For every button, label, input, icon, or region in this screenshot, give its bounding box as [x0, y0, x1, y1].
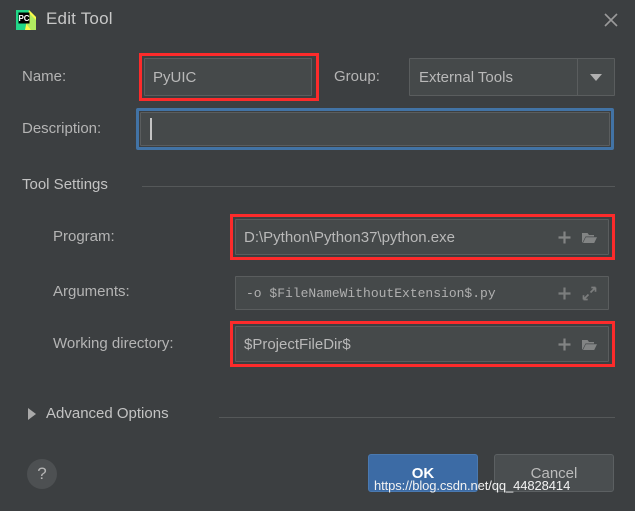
name-input-value: PyUIC [153, 68, 197, 86]
arguments-label: Arguments: [53, 283, 130, 300]
working-directory-label: Working directory: [53, 335, 174, 352]
help-button[interactable]: ? [27, 459, 57, 489]
watermark-url: https://blog.csdn.net/qq_44828414 [374, 478, 571, 493]
description-text-caret [150, 118, 152, 140]
tool-settings-separator [142, 186, 615, 187]
name-input[interactable]: PyUIC [144, 58, 312, 96]
chevron-right-icon [28, 407, 36, 420]
arguments-input-value: -o $FileNameWithoutExtension$.py [246, 285, 496, 301]
name-label: Name: [22, 68, 67, 85]
title-bar: PC Edit Tool [0, 0, 635, 42]
working-directory-input[interactable]: $ProjectFileDir$ [235, 326, 609, 362]
working-directory-input-value: $ProjectFileDir$ [244, 335, 351, 353]
program-input-value: D:\Python\Python37\python.exe [244, 228, 455, 246]
program-label: Program: [53, 228, 115, 245]
plus-icon[interactable] [556, 285, 573, 302]
close-icon[interactable] [599, 8, 623, 32]
folder-icon[interactable] [581, 229, 598, 246]
svg-text:PC: PC [18, 14, 29, 23]
description-input[interactable] [140, 112, 610, 146]
plus-icon[interactable] [556, 336, 573, 353]
arguments-input[interactable]: -o $FileNameWithoutExtension$.py [235, 276, 609, 310]
expand-arrows-icon[interactable] [581, 285, 598, 302]
folder-icon[interactable] [581, 336, 598, 353]
plus-icon[interactable] [556, 229, 573, 246]
advanced-options-separator [219, 417, 615, 418]
group-select-value: External Tools [419, 68, 513, 86]
pycharm-logo-icon: PC [15, 9, 37, 31]
group-select[interactable]: External Tools [409, 58, 615, 96]
tool-settings-section-label: Tool Settings [22, 176, 108, 193]
group-label: Group: [334, 68, 380, 85]
advanced-options-toggle[interactable]: Advanced Options [28, 405, 169, 422]
edit-tool-dialog: PC Edit Tool Name: PyUIC Group: External… [0, 0, 635, 511]
chevron-down-icon[interactable] [577, 59, 614, 95]
program-input[interactable]: D:\Python\Python37\python.exe [235, 219, 609, 255]
advanced-options-label: Advanced Options [46, 405, 169, 422]
window-title: Edit Tool [46, 9, 113, 28]
description-label: Description: [22, 120, 102, 137]
